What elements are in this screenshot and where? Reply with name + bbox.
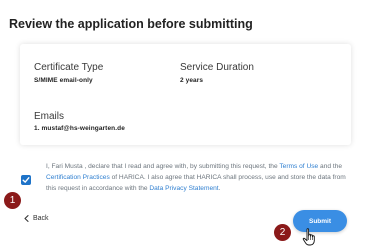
emails-label: Emails [34, 111, 65, 122]
agreement-text: I, Fari Musta , declare that I read and … [46, 161, 346, 195]
agreement-checkbox[interactable] [21, 175, 31, 185]
checkmark-icon [22, 177, 30, 183]
summary-card: Certificate Type S/MIME email-only Servi… [20, 44, 351, 145]
service-duration-value: 2 years [180, 77, 204, 84]
certificate-type-label: Certificate Type [34, 62, 104, 73]
step-badge-1: 1 [4, 192, 21, 209]
agreement-text-part: and the [318, 163, 343, 170]
back-label: Back [33, 215, 49, 222]
chevron-left-icon [24, 215, 29, 222]
step-badge-2: 2 [274, 224, 291, 241]
emails-value: 1. mustaf@hs-weingarten.de [34, 125, 125, 132]
back-link[interactable]: Back [24, 215, 49, 222]
agreement-text-part: . [218, 185, 221, 193]
hand-pointer-icon [302, 228, 315, 246]
agreement-text-part: I, Fari Musta , declare that I read and … [46, 163, 280, 170]
terms-of-use-link[interactable]: Terms of Use [279, 163, 318, 170]
certification-practices-link[interactable]: Certification Practices [46, 174, 110, 181]
page-title: Review the application before submitting [9, 17, 253, 31]
data-privacy-statement-link[interactable]: Data Privacy Statement [149, 185, 218, 192]
service-duration-label: Service Duration [180, 62, 254, 73]
certificate-type-value: S/MIME email-only [34, 77, 93, 84]
